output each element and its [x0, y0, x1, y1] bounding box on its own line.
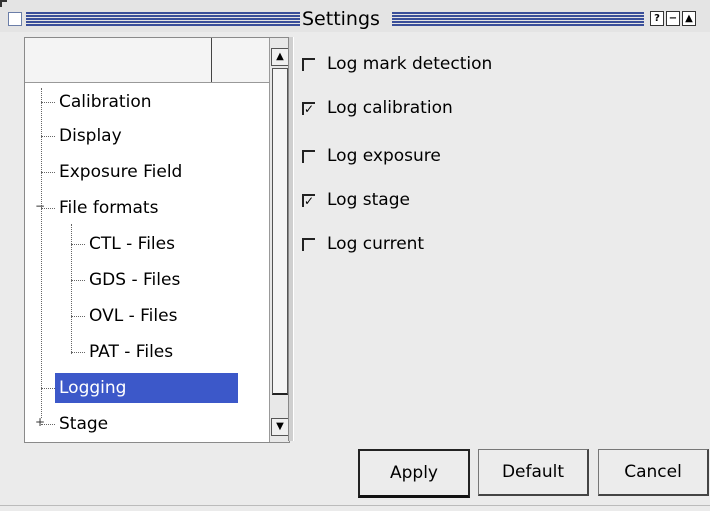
- checkbox-log-current[interactable]: [302, 238, 315, 251]
- tree-item-file-formats[interactable]: File formats: [59, 193, 158, 223]
- tree-item-calibration[interactable]: Calibration: [59, 87, 152, 117]
- tree-item-logging[interactable]: Logging: [55, 373, 238, 403]
- tree-connector: [41, 136, 55, 138]
- checkbox-log-exposure[interactable]: [302, 150, 315, 163]
- option-label: Log exposure: [327, 146, 441, 166]
- scroll-up-icon[interactable]: ▲: [271, 48, 289, 66]
- window-title: Settings: [302, 8, 380, 30]
- tree-item-display[interactable]: Display: [59, 121, 122, 151]
- minimize-icon[interactable]: −: [666, 11, 680, 26]
- tree-connector: [71, 244, 85, 246]
- checkbox-log-calibration[interactable]: ✓: [302, 102, 315, 115]
- tree-item-exposure-field[interactable]: Exposure Field: [59, 157, 182, 187]
- checkbox-log-stage[interactable]: ✓: [302, 194, 315, 207]
- settings-window: Settings ? − ▲ Calibration Display Expos…: [0, 0, 710, 511]
- window-bottom-edge: [0, 505, 710, 506]
- expand-plus-icon[interactable]: +: [35, 415, 45, 429]
- tree-connector: [41, 102, 55, 104]
- tree-item-gds-files[interactable]: GDS - Files: [89, 265, 180, 295]
- tree-connector: [71, 352, 85, 354]
- option-label: Log mark detection: [327, 54, 493, 74]
- tree-scrollbar[interactable]: ▲ ▼: [269, 38, 289, 442]
- tree-item-ctl-files[interactable]: CTL - Files: [89, 229, 175, 259]
- apply-button[interactable]: Apply: [358, 449, 470, 498]
- pane-splitter[interactable]: [288, 37, 294, 441]
- settings-tree[interactable]: Calibration Display Exposure Field − Fil…: [24, 37, 290, 443]
- tree-connector: [71, 316, 85, 318]
- tree-item-pat-files[interactable]: PAT - Files: [89, 337, 173, 367]
- option-label: Log calibration: [327, 98, 453, 118]
- resize-corner-icon: [0, 0, 7, 7]
- title-bar-stripes-right: [392, 12, 644, 26]
- tree-item-stage[interactable]: Stage: [59, 409, 108, 439]
- title-bar-stripes-left: [26, 12, 300, 26]
- checkbox-log-mark-detection[interactable]: [302, 58, 315, 71]
- tree-item-ovl-files[interactable]: OVL - Files: [89, 301, 177, 331]
- expanded-minus-icon[interactable]: −: [35, 199, 45, 213]
- tree-connector: [71, 280, 85, 282]
- option-label: Log stage: [327, 190, 410, 210]
- tree-header: [25, 38, 269, 83]
- tree-connector: [41, 172, 55, 174]
- scrollbar-thumb[interactable]: [272, 68, 288, 395]
- window-menu-icon[interactable]: [8, 12, 22, 26]
- scroll-down-icon[interactable]: ▼: [271, 418, 289, 436]
- option-label: Log current: [327, 234, 425, 254]
- maximize-icon[interactable]: ▲: [682, 11, 696, 26]
- help-icon[interactable]: ?: [650, 11, 664, 26]
- default-button[interactable]: Default: [478, 449, 589, 496]
- title-bar[interactable]: Settings ? − ▲: [0, 0, 710, 32]
- tree-header-column[interactable]: [25, 38, 212, 82]
- cancel-button[interactable]: Cancel: [598, 449, 709, 496]
- tree-connector: [41, 388, 55, 390]
